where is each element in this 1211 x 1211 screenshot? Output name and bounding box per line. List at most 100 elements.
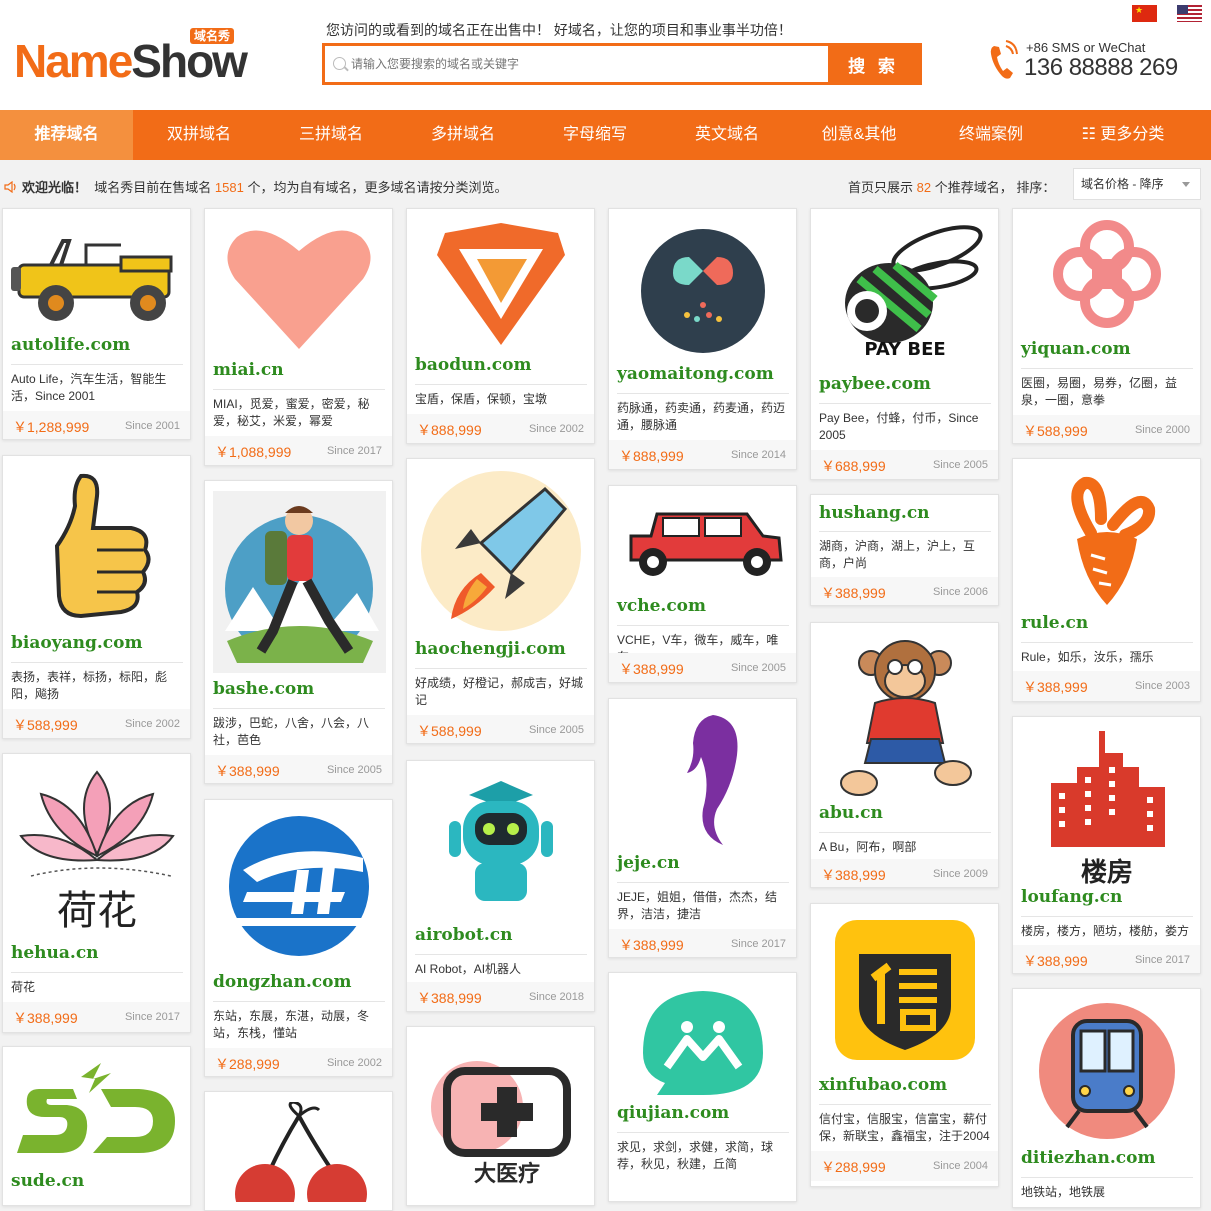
domain-card-airobot[interactable]: airobot.cn AI Robot，AI机器人 ￥388,999 Since… [406, 760, 595, 1012]
contact-label: +86 SMS or WeChat [1026, 40, 1146, 55]
search-button[interactable]: 搜 索 [828, 46, 919, 82]
domain-name[interactable]: yiquan.com [1021, 339, 1131, 359]
pill-logo-icon [641, 229, 765, 353]
domain-price: ￥388,999 [1023, 953, 1088, 969]
domain-card-cherry[interactable] [204, 1091, 393, 1211]
nav-two-syllable[interactable]: 双拼域名 [133, 110, 265, 160]
domain-price: ￥1,288,999 [13, 419, 90, 435]
card-footer: ￥588,999 Since 2005 [407, 715, 594, 743]
domain-card-abu[interactable]: abu.cn A Bu，阿布，啊部 ￥388,999 Since 2009 [810, 622, 999, 888]
site-slogan: 您访问的或看到的域名正在出售中！ 好域名，让您的项目和事业事半功倍！ [326, 22, 792, 38]
domain-card-loufang[interactable]: 楼房 loufang.cn 楼房，楼方，陋坊，楼舫，娄方 ￥388,999 Si… [1012, 716, 1201, 974]
domain-name[interactable]: abu.cn [819, 803, 883, 823]
domain-description: 表扬，表祥，标扬，标阳，彪阳，飚扬 [11, 670, 168, 701]
domain-name[interactable]: rule.cn [1021, 613, 1088, 633]
domain-card-haochengji[interactable]: haochengji.com 好成绩，好橙记，郝成吉，好城记 ￥588,999 … [406, 458, 595, 744]
domain-name[interactable]: loufang.cn [1021, 887, 1122, 907]
domain-name[interactable]: jeje.cn [617, 853, 680, 873]
domain-description: MIAI，觅爱，蜜爱，密爱，秘爱，秘艾，米爱，幂爱 [213, 397, 370, 428]
domain-since: Since 2002 [326, 1057, 382, 1069]
domain-card-miai[interactable]: miai.cn MIAI，觅爱，蜜爱，密爱，秘爱，秘艾，米爱，幂爱 ￥1,088… [204, 208, 393, 466]
nameshow-logo[interactable]: NameShow 域名秀 [14, 28, 264, 88]
sd-logo-icon [17, 1063, 175, 1153]
nav-recommended[interactable]: 推荐域名 [0, 110, 133, 160]
card-footer: ￥388,999 Since 2005 [609, 653, 796, 682]
domain-since: Since 2017 [730, 938, 786, 950]
domain-name[interactable]: baodun.com [415, 355, 531, 375]
nav-english[interactable]: 英文域名 [661, 110, 793, 160]
domain-name[interactable]: miai.cn [213, 360, 284, 380]
domain-card-xinfubao[interactable]: xinfubao.com 信付宝，信服宝，信富宝，薪付保，新联宝，鑫福宝，注于2… [810, 903, 999, 1187]
building-logo-icon: 楼房 [1051, 731, 1165, 887]
domain-card-hehua[interactable]: 荷花 hehua.cn 荷花 ￥388,999 Since 2017 [2, 753, 191, 1033]
domain-name[interactable]: biaoyang.com [11, 633, 142, 653]
domain-name[interactable]: dongzhan.com [213, 972, 351, 992]
phone-icon [990, 40, 1018, 79]
domain-card-sude[interactable]: sude.cn [2, 1046, 191, 1206]
nav-multi-syllable[interactable]: 多拼域名 [397, 110, 529, 160]
card-footer: ￥888,999 Since 2002 [407, 414, 594, 443]
domain-name[interactable]: hushang.cn [819, 503, 930, 523]
nav-creative[interactable]: 创意&其他 [793, 110, 925, 160]
domain-name[interactable]: ditiezhan.com [1021, 1148, 1155, 1168]
domain-name[interactable]: sude.cn [11, 1171, 84, 1191]
heart-logo-icon [227, 230, 371, 349]
domain-card-ditiezhan[interactable]: ditiezhan.com 地铁站，地铁展 [1012, 988, 1201, 1208]
domain-card-yiquan[interactable]: yiquan.com 医圈，易圈，易券，亿圈，益泉，一圈，意拳 ￥588,999… [1012, 208, 1201, 444]
domain-since: Since 2000 [1134, 424, 1190, 436]
domain-card-baodun[interactable]: baodun.com 宝盾，保盾，保顿，宝墩 ￥888,999 Since 20… [406, 208, 595, 444]
domain-card-hushang[interactable]: hushang.cn 湖商，沪商，湖上，沪上，互商，户尚 ￥388,999 Si… [810, 494, 999, 606]
domain-name[interactable]: autolife.com [11, 335, 130, 355]
domain-card-jeje[interactable]: jeje.cn JEJE，姐姐，借借，杰杰，结界，洁洁，捷洁 ￥388,999 … [608, 698, 797, 958]
domain-since: Since 2004 [932, 1160, 988, 1172]
bee-logo-icon: PAY BEE [845, 225, 983, 360]
nav-acronym[interactable]: 字母缩写 [529, 110, 661, 160]
domain-description: 医圈，易圈，易券，亿圈，益泉，一圈，意拳 [1021, 376, 1178, 407]
dz-train-logo-icon [229, 816, 369, 956]
domain-card-bashe[interactable]: bashe.com 跋涉，巴蛇，八舍，八会，八社，芭色 ￥388,999 Sin… [204, 480, 393, 784]
domain-name[interactable]: bashe.com [213, 679, 314, 699]
nav-three-syllable[interactable]: 三拼域名 [265, 110, 397, 160]
domain-price: ￥388,999 [215, 763, 280, 779]
domain-name[interactable]: paybee.com [819, 374, 931, 394]
domain-card-qiujian[interactable]: qiujian.com 求见，求剑，求健，求简，球荐，秋见，秋建，丘简 [608, 972, 797, 1202]
sort-select[interactable]: 域名价格 - 降序 [1073, 168, 1201, 200]
domain-name[interactable]: yaomaitong.com [617, 364, 774, 384]
domain-name[interactable]: airobot.cn [415, 925, 512, 945]
domain-card-yaomaitong[interactable]: yaomaitong.com 药脉通，药卖通，药麦通，药迈通，腰脉通 ￥888,… [608, 208, 797, 470]
domain-card-biaoyang[interactable]: biaoyang.com 表扬，表祥，标扬，标阳，彪阳，飚扬 ￥588,999 … [2, 455, 191, 739]
nav-more-categories[interactable]: ☷ 更多分类 [1057, 110, 1189, 160]
domain-count: 1581 [214, 180, 244, 195]
domain-description: 东站，东展，东湛，动展，冬站，东栈，懂站 [213, 1009, 370, 1040]
domain-card-autolife[interactable]: autolife.com Auto Life，汽车生活，智能生活，Since 2… [2, 208, 191, 440]
card-footer: ￥388,999 Since 2009 [811, 859, 998, 887]
card-footer: ￥288,999 Since 2004 [811, 1151, 998, 1181]
search-input[interactable] [325, 46, 830, 82]
card-footer: ￥388,999 Since 2006 [811, 577, 998, 605]
domain-name[interactable]: hehua.cn [11, 943, 99, 963]
domain-card-rule[interactable]: rule.cn Rule，如乐，汝乐，孺乐 ￥388,999 Since 200… [1012, 458, 1201, 702]
rocket-logo-icon [421, 471, 581, 631]
sort-info: 首页只展示 82 个推荐域名， 排序： [848, 180, 1056, 195]
domain-card-paybee[interactable]: PAY BEE paybee.com Pay Bee，付蜂，付币，Since 2… [810, 208, 999, 480]
us-flag-icon[interactable] [1177, 5, 1202, 22]
xin-badge-logo-icon [835, 920, 975, 1060]
domain-description: 湖商，沪商，湖上，沪上，互商，户尚 [819, 539, 976, 570]
domain-since: Since 2014 [730, 449, 786, 461]
domain-since: Since 2002 [528, 423, 584, 435]
nav-cases[interactable]: 终端案例 [925, 110, 1057, 160]
domain-name[interactable]: haochengji.com [415, 639, 566, 659]
domain-since: Since 2002 [124, 718, 180, 730]
domain-price: ￥388,999 [417, 990, 482, 1006]
china-flag-icon[interactable] [1132, 5, 1157, 22]
domain-card-medical[interactable]: 大医疗 [406, 1026, 595, 1206]
domain-description: 药脉通，药卖通，药麦通，药迈通，腰脉通 [617, 401, 786, 432]
domain-card-vche[interactable]: vche.com VCHE，V车，微车，威车，唯车 ￥388,999 Since… [608, 485, 797, 683]
domain-card-dongzhan[interactable]: dongzhan.com 东站，东展，东湛，动展，冬站，东栈，懂站 ￥288,9… [204, 799, 393, 1077]
domain-price: ￥388,999 [619, 937, 684, 953]
domain-name[interactable]: xinfubao.com [819, 1075, 947, 1095]
robot-logo-icon [449, 781, 553, 901]
medical-logo-icon: 大医疗 [431, 1061, 571, 1187]
domain-name[interactable]: qiujian.com [617, 1103, 729, 1123]
domain-name[interactable]: vche.com [617, 596, 706, 616]
